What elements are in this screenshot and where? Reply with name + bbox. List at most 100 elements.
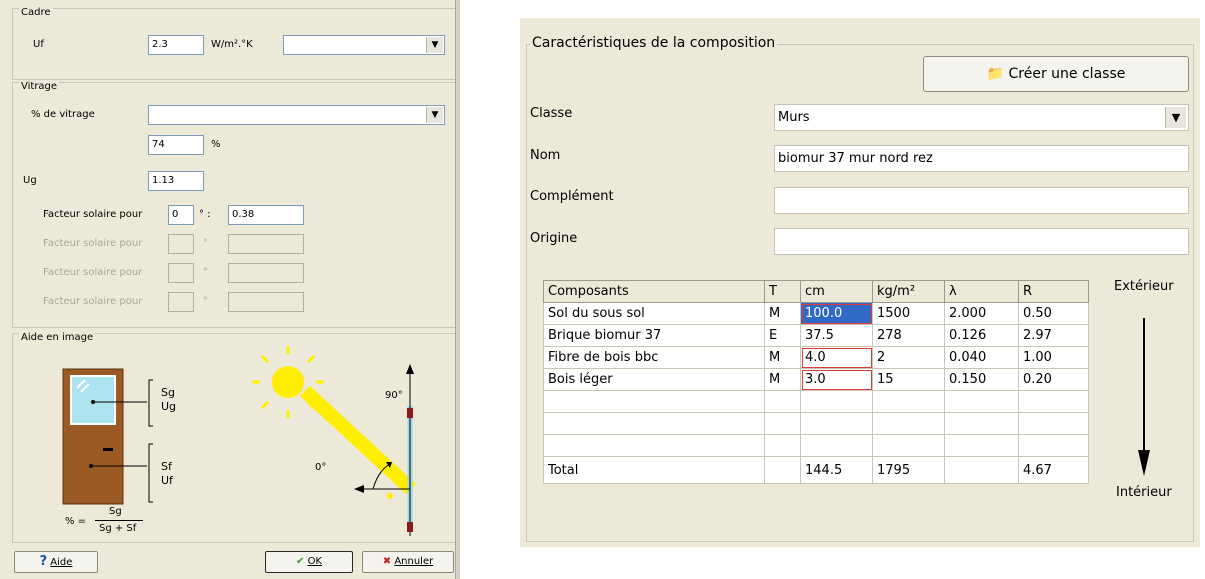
header-cm[interactable]: cm bbox=[800, 280, 873, 303]
cell[interactable] bbox=[764, 434, 801, 457]
ok-button[interactable]: ✔ OK bbox=[265, 551, 353, 573]
cell[interactable]: 37.5 bbox=[800, 324, 873, 347]
cancel-button[interactable]: ✖ Annuler bbox=[362, 551, 454, 573]
table-row[interactable]: Bois léger M 3.0 15 0.150 0.20 bbox=[543, 368, 1089, 391]
cell-selected[interactable]: 100.0 bbox=[800, 302, 873, 325]
create-class-button[interactable]: 📁 Créer une classe bbox=[923, 56, 1189, 92]
cell[interactable]: 278 bbox=[872, 324, 945, 347]
formula-lhs: % = bbox=[65, 516, 87, 527]
cell[interactable]: 0.50 bbox=[1018, 302, 1089, 325]
solar-value-input[interactable]: 0.38 bbox=[228, 205, 304, 225]
formula-bar bbox=[95, 520, 143, 521]
total-cell bbox=[764, 456, 801, 484]
solar-angle-input bbox=[168, 263, 194, 283]
cell[interactable]: 1500 bbox=[872, 302, 945, 325]
help-button[interactable]: ? Aide bbox=[14, 551, 98, 573]
cell[interactable] bbox=[872, 434, 945, 457]
header-t[interactable]: T bbox=[764, 280, 801, 303]
header-r[interactable]: R bbox=[1018, 280, 1089, 303]
composition-table: Composants T cm kg/m² λ R Sol du sous so… bbox=[543, 280, 1089, 484]
cell[interactable]: Fibre de bois bbc bbox=[543, 346, 765, 369]
nom-input[interactable]: biomur 37 mur nord rez bbox=[774, 145, 1189, 172]
table-row[interactable] bbox=[543, 390, 1089, 413]
cell[interactable] bbox=[543, 390, 765, 413]
vitrage-group: Vitrage % de vitrage ▼ 74 % Ug 1.13 Fact… bbox=[12, 81, 457, 328]
cell[interactable] bbox=[1018, 412, 1089, 435]
uf-input[interactable]: 2.3 bbox=[148, 35, 204, 55]
header-lambda[interactable]: λ bbox=[944, 280, 1019, 303]
cell[interactable]: Bois léger bbox=[543, 368, 765, 391]
table-row[interactable]: Fibre de bois bbc M 4.0 2 0.040 1.00 bbox=[543, 346, 1089, 369]
header-composants[interactable]: Composants bbox=[543, 280, 765, 303]
table-row[interactable]: Sol du sous sol M 100.0 1500 2.000 0.50 bbox=[543, 302, 1089, 325]
cell[interactable] bbox=[944, 390, 1019, 413]
solar-value-input bbox=[228, 263, 304, 283]
table-row[interactable] bbox=[543, 412, 1089, 435]
solar-angle-input bbox=[168, 234, 194, 254]
cell[interactable]: M bbox=[764, 302, 801, 325]
cell[interactable]: 2.000 bbox=[944, 302, 1019, 325]
cell[interactable]: E bbox=[764, 324, 801, 347]
solar-value-input bbox=[228, 234, 304, 254]
cell[interactable]: M bbox=[764, 346, 801, 369]
cell[interactable] bbox=[800, 434, 873, 457]
degree-separator: ° bbox=[203, 267, 208, 278]
cell[interactable] bbox=[800, 390, 873, 413]
table-row[interactable]: Brique biomur 37 E 37.5 278 0.126 2.97 bbox=[543, 324, 1089, 347]
cell[interactable] bbox=[543, 434, 765, 457]
sun-diagram bbox=[252, 346, 416, 536]
origine-input[interactable] bbox=[774, 228, 1189, 255]
arrow-down-icon bbox=[1138, 318, 1150, 476]
cell[interactable] bbox=[1018, 390, 1089, 413]
chevron-down-icon: ▼ bbox=[426, 37, 443, 53]
cadre-legend: Cadre bbox=[19, 7, 53, 18]
folder-icon: 📁 bbox=[986, 66, 1005, 82]
pct-vitrage-label: % de vitrage bbox=[31, 109, 95, 120]
solar-angle-input bbox=[168, 292, 194, 312]
ug-input[interactable]: 1.13 bbox=[148, 171, 204, 191]
complement-input[interactable] bbox=[774, 187, 1189, 214]
uf-select[interactable]: ▼ bbox=[283, 35, 445, 55]
cell[interactable]: M bbox=[764, 368, 801, 391]
cell[interactable]: 0.040 bbox=[944, 346, 1019, 369]
cell[interactable] bbox=[800, 412, 873, 435]
table-row[interactable] bbox=[543, 434, 1089, 457]
cell[interactable]: 2 bbox=[872, 346, 945, 369]
cell[interactable]: 15 bbox=[872, 368, 945, 391]
cell[interactable] bbox=[1018, 434, 1089, 457]
classe-select[interactable]: Murs ▼ bbox=[774, 104, 1189, 131]
cell[interactable] bbox=[872, 390, 945, 413]
cell[interactable]: 2.97 bbox=[1018, 324, 1089, 347]
cell[interactable] bbox=[543, 412, 765, 435]
cell[interactable] bbox=[764, 412, 801, 435]
sg-label: Sg bbox=[161, 386, 175, 399]
cell[interactable] bbox=[944, 434, 1019, 457]
angle-0-label: 0° bbox=[315, 462, 327, 473]
solar-factor-label: Facteur solaire pour bbox=[43, 296, 143, 307]
cell[interactable]: Brique biomur 37 bbox=[543, 324, 765, 347]
interior-label: Intérieur bbox=[1116, 485, 1172, 500]
solar-factor-label: Facteur solaire pour bbox=[43, 209, 143, 220]
cell[interactable] bbox=[944, 412, 1019, 435]
aide-image-group: Aide en image Sg Ug Sf Uf % = Sg Sg + Sf bbox=[12, 332, 457, 543]
pct-vitrage-select[interactable]: ▼ bbox=[148, 105, 445, 125]
solar-angle-input[interactable]: 0 bbox=[168, 205, 194, 225]
total-label: Total bbox=[543, 456, 765, 484]
ug-diagram-label: Ug bbox=[161, 400, 177, 413]
help-button-label: Aide bbox=[50, 557, 73, 568]
cancel-button-label: Annuler bbox=[394, 556, 434, 567]
cell[interactable]: 0.150 bbox=[944, 368, 1019, 391]
cell[interactable]: 1.00 bbox=[1018, 346, 1089, 369]
complement-label: Complément bbox=[530, 189, 614, 204]
vitrage-legend: Vitrage bbox=[19, 81, 60, 92]
cell-highlighted[interactable]: 3.0 bbox=[800, 368, 873, 391]
sf-label: Sf bbox=[161, 460, 172, 473]
cell[interactable]: 0.126 bbox=[944, 324, 1019, 347]
cell[interactable]: Sol du sous sol bbox=[543, 302, 765, 325]
header-kgm2[interactable]: kg/m² bbox=[872, 280, 945, 303]
cell[interactable] bbox=[764, 390, 801, 413]
cell-highlighted[interactable]: 4.0 bbox=[800, 346, 873, 369]
cell[interactable] bbox=[872, 412, 945, 435]
cell[interactable]: 0.20 bbox=[1018, 368, 1089, 391]
pct-vitrage-input[interactable]: 74 bbox=[148, 135, 204, 155]
